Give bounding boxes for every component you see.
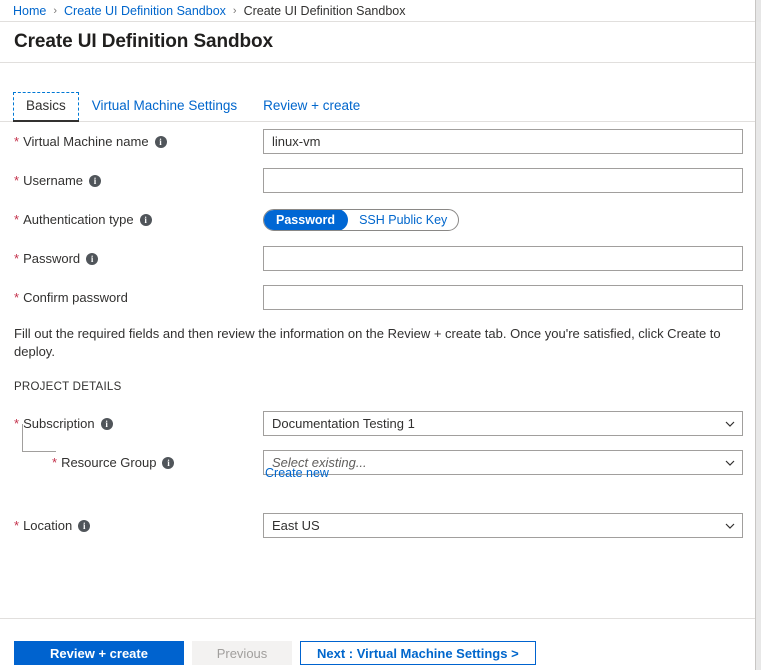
page-title: Create UI Definition Sandbox bbox=[14, 31, 274, 52]
breadcrumb-item-sandbox[interactable]: Create UI Definition Sandbox bbox=[64, 4, 226, 18]
confirm-password-input[interactable] bbox=[263, 285, 743, 310]
chevron-down-icon bbox=[725, 419, 735, 429]
field-row-resource-group: * Resource Group i Select existing... bbox=[0, 443, 755, 482]
field-row-password: * Password i bbox=[0, 239, 755, 278]
tab-virtual-machine-settings[interactable]: Virtual Machine Settings bbox=[79, 92, 250, 121]
field-confirm-password bbox=[263, 285, 743, 310]
subscription-value: Documentation Testing 1 bbox=[272, 416, 415, 431]
create-new-resource-group-link[interactable]: Create new bbox=[265, 466, 329, 480]
info-icon[interactable]: i bbox=[78, 519, 91, 532]
review-create-button[interactable]: Review + create bbox=[14, 641, 184, 665]
footer-divider bbox=[0, 618, 755, 619]
info-icon[interactable]: i bbox=[162, 456, 175, 469]
label-text: Username bbox=[23, 173, 84, 188]
info-icon[interactable]: i bbox=[139, 213, 152, 226]
toggle-option-password[interactable]: Password bbox=[264, 209, 349, 230]
breadcrumb-separator-icon: › bbox=[53, 4, 58, 17]
breadcrumb-item-home[interactable]: Home bbox=[13, 4, 46, 18]
field-subscription: Documentation Testing 1 bbox=[263, 411, 743, 436]
label-text: Confirm password bbox=[23, 290, 128, 305]
project-details-body: * Subscription i Documentation Testing 1 bbox=[0, 404, 755, 545]
vm-name-input[interactable] bbox=[263, 129, 743, 154]
chevron-down-icon bbox=[725, 458, 735, 468]
label-text: Resource Group bbox=[61, 455, 157, 470]
breadcrumb-item-current: Create UI Definition Sandbox bbox=[243, 3, 406, 18]
breadcrumb-separator-icon: › bbox=[232, 4, 237, 17]
tab-review-create[interactable]: Review + create bbox=[250, 92, 373, 121]
footer-actions: Review + create Previous Next : Virtual … bbox=[14, 641, 536, 665]
chevron-down-icon bbox=[725, 521, 735, 531]
tab-bar: Basics Virtual Machine Settings Review +… bbox=[0, 92, 755, 122]
field-resource-group: Select existing... bbox=[263, 450, 743, 475]
field-row-confirm-password: * Confirm password bbox=[0, 278, 755, 317]
label-password: * Password i bbox=[14, 251, 99, 266]
required-marker: * bbox=[14, 212, 20, 227]
info-icon[interactable]: i bbox=[86, 252, 99, 265]
field-row-username: * Username i bbox=[0, 161, 755, 200]
blade-panel: Home › Create UI Definition Sandbox › Cr… bbox=[0, 0, 756, 670]
form-body: * Virtual Machine name i * Username i bbox=[0, 122, 755, 317]
title-bar: Create UI Definition Sandbox bbox=[0, 22, 755, 63]
field-location: East US bbox=[263, 513, 743, 538]
required-marker: * bbox=[14, 251, 20, 266]
instructions-text: Fill out the required fields and then re… bbox=[14, 326, 721, 359]
label-location: * Location i bbox=[14, 518, 91, 533]
field-password bbox=[263, 246, 743, 271]
label-authentication-type: * Authentication type i bbox=[14, 212, 152, 227]
label-text: Password bbox=[23, 251, 81, 266]
required-marker: * bbox=[14, 416, 20, 431]
label-resource-group: * Resource Group i bbox=[52, 455, 175, 470]
required-marker: * bbox=[52, 455, 58, 470]
info-icon[interactable]: i bbox=[100, 417, 113, 430]
tab-basics[interactable]: Basics bbox=[13, 92, 79, 122]
field-row-authentication-type: * Authentication type i Password SSH Pub… bbox=[0, 200, 755, 239]
azure-create-blade: Home › Create UI Definition Sandbox › Cr… bbox=[0, 0, 761, 670]
location-value: East US bbox=[272, 518, 320, 533]
field-vm-name bbox=[263, 129, 743, 154]
password-input[interactable] bbox=[263, 246, 743, 271]
field-row-location: * Location i East US bbox=[0, 506, 755, 545]
field-row-vm-name: * Virtual Machine name i bbox=[0, 122, 755, 161]
spacer-create-new bbox=[0, 482, 755, 506]
section-heading-project-details: PROJECT DETAILS bbox=[14, 381, 122, 393]
tab-list: Basics Virtual Machine Settings Review +… bbox=[13, 92, 373, 122]
label-text: Virtual Machine name bbox=[23, 134, 149, 149]
resource-group-tree-connector-icon bbox=[22, 424, 56, 452]
info-icon[interactable]: i bbox=[89, 174, 102, 187]
toggle-option-ssh-public-key[interactable]: SSH Public Key bbox=[348, 210, 458, 230]
previous-button: Previous bbox=[192, 641, 292, 665]
field-authentication-type: Password SSH Public Key bbox=[263, 208, 743, 231]
required-marker: * bbox=[14, 518, 20, 533]
subscription-select[interactable]: Documentation Testing 1 bbox=[263, 411, 743, 436]
label-text: Location bbox=[23, 518, 73, 533]
resource-group-select[interactable]: Select existing... bbox=[263, 450, 743, 475]
label-vm-name: * Virtual Machine name i bbox=[14, 134, 167, 149]
required-marker: * bbox=[14, 290, 20, 305]
label-text: Authentication type bbox=[23, 212, 134, 227]
label-username: * Username i bbox=[14, 173, 102, 188]
required-marker: * bbox=[14, 134, 20, 149]
location-select[interactable]: East US bbox=[263, 513, 743, 538]
breadcrumb: Home › Create UI Definition Sandbox › Cr… bbox=[0, 0, 755, 22]
field-row-subscription: * Subscription i Documentation Testing 1 bbox=[0, 404, 755, 443]
label-confirm-password: * Confirm password bbox=[14, 290, 128, 305]
next-button[interactable]: Next : Virtual Machine Settings > bbox=[300, 641, 536, 665]
info-icon[interactable]: i bbox=[154, 135, 167, 148]
username-input[interactable] bbox=[263, 168, 743, 193]
authentication-type-toggle[interactable]: Password SSH Public Key bbox=[263, 208, 460, 231]
field-username bbox=[263, 168, 743, 193]
required-marker: * bbox=[14, 173, 20, 188]
